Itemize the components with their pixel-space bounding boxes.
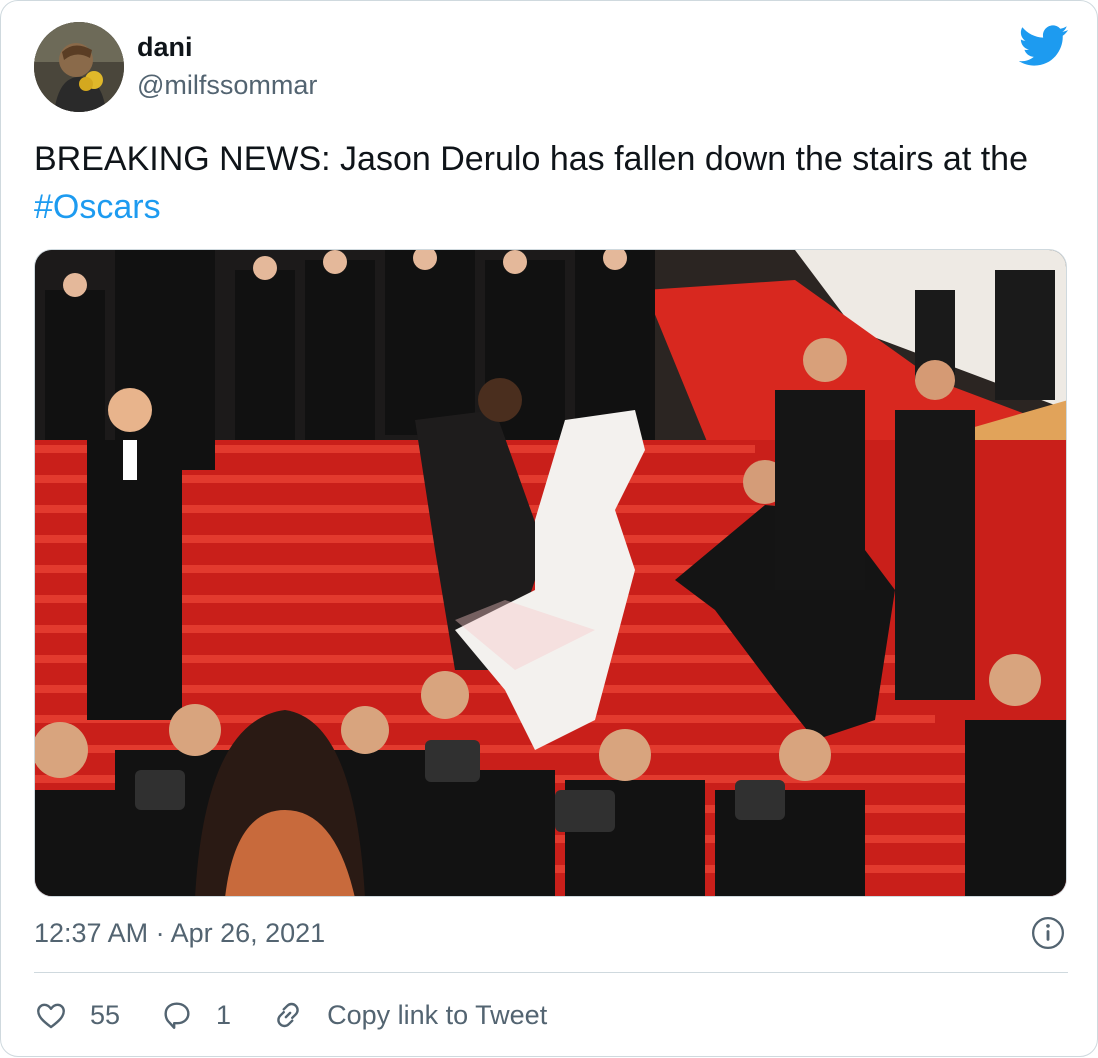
twitter-bird-icon[interactable] [1018, 25, 1069, 67]
heart-icon [37, 1003, 65, 1029]
like-button[interactable]: 55 [34, 998, 120, 1032]
hashtag-link[interactable]: #Oscars [34, 188, 161, 226]
avatar-image [34, 22, 124, 112]
copy-link-label: Copy link to Tweet [327, 999, 548, 1030]
author-handle[interactable]: @milfssommar [137, 69, 317, 101]
reply-button[interactable]: 1 [160, 998, 231, 1032]
link-icon [277, 1002, 299, 1028]
divider [34, 972, 1068, 973]
reply-count: 1 [216, 999, 232, 1030]
info-icon[interactable] [1031, 916, 1065, 950]
reply-icon [164, 1002, 190, 1029]
tweet-text: BREAKING NEWS: Jason Derulo has fallen d… [34, 135, 1074, 231]
photo-red-carpet-stairs [35, 250, 1066, 896]
action-bar: 55 1 Copy link to Tweet [34, 991, 587, 1039]
tweet-photo[interactable] [34, 249, 1067, 897]
tweet-timestamp[interactable]: 12:37 AM · Apr 26, 2021 [34, 915, 325, 951]
tweet-card[interactable]: dani @milfssommar BREAKING NEWS: Jason D… [0, 0, 1098, 1057]
tweet-text-body: BREAKING NEWS: Jason Derulo has fallen d… [34, 140, 1029, 178]
author-display-name[interactable]: dani [137, 31, 193, 63]
author-avatar[interactable] [34, 22, 124, 112]
like-count: 55 [90, 999, 121, 1030]
copy-link-button[interactable]: Copy link to Tweet [271, 998, 547, 1032]
